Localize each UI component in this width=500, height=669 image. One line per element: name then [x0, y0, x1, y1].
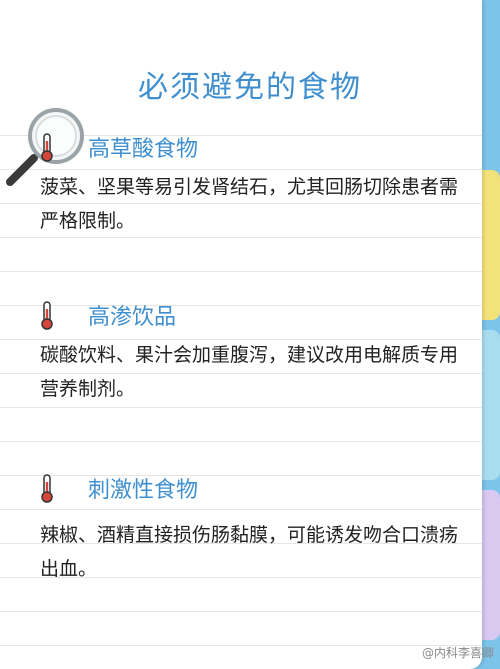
thermometer-icon: [41, 474, 53, 503]
thermometer-icon: [41, 301, 53, 330]
thermometer-icon: [41, 133, 53, 162]
section-header-3: 刺激性食物: [40, 473, 198, 503]
section-body-1: 菠菜、坚果等易引发肾结石，尤其回肠切除患者需严格限制。: [40, 176, 459, 232]
section-header-1: 高草酸食物: [40, 132, 198, 162]
section-body-3: 辣椒、酒精直接损伤肠黏膜，可能诱发吻合口溃疡出血。: [40, 524, 459, 580]
section-heading-2: 高渗饮品: [88, 305, 177, 330]
section-heading-3: 刺激性食物: [88, 478, 199, 503]
section-heading-1: 高草酸食物: [88, 137, 199, 162]
section-header-2: 高渗饮品: [40, 300, 176, 330]
section-body-2: 碳酸饮料、果汁会加重腹泻，建议改用电解质专用营养制剂。: [40, 344, 459, 400]
watermark: @内科李喜卿: [421, 646, 494, 660]
